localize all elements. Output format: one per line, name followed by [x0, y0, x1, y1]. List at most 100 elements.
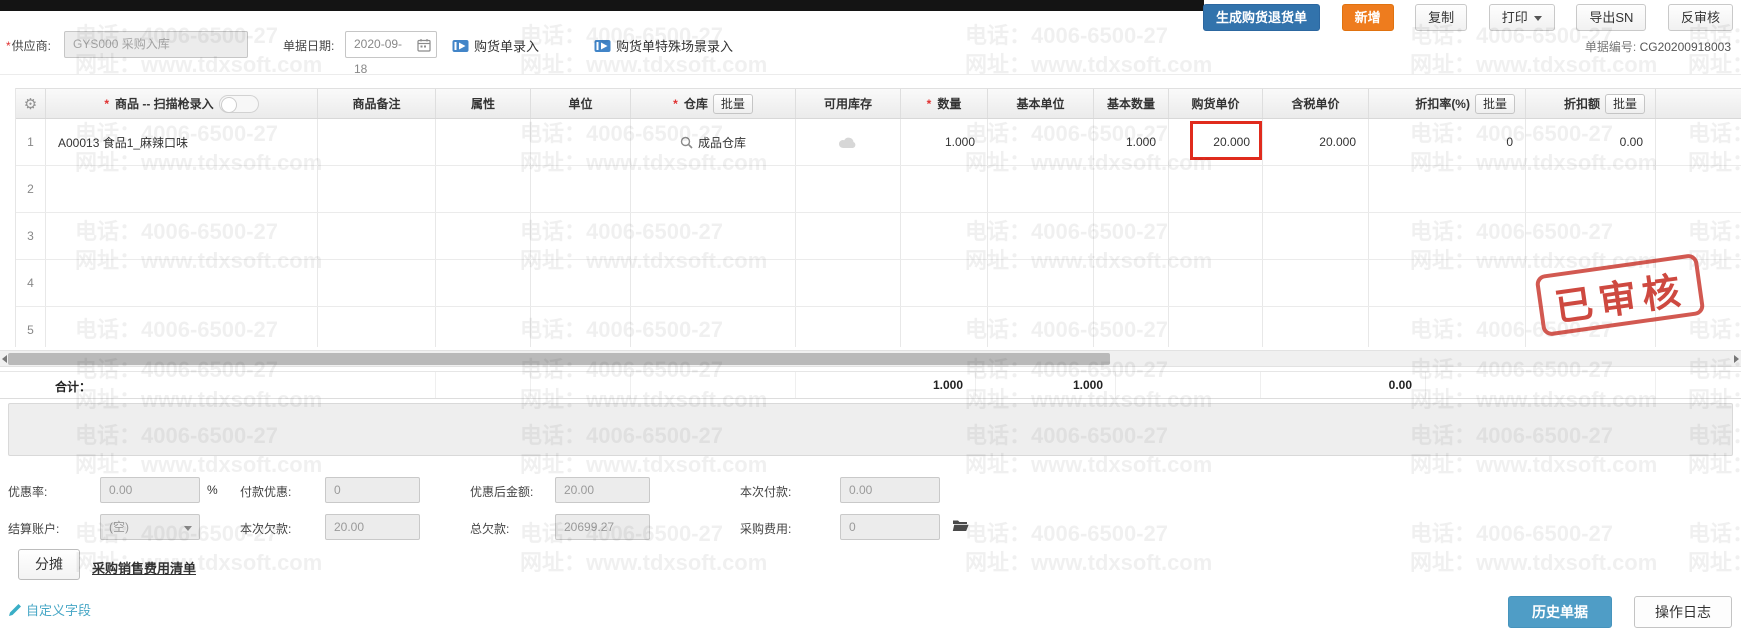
cell-available-stock[interactable] [796, 166, 901, 212]
cell-attribute[interactable] [436, 307, 531, 347]
cell-tax-price[interactable]: 20.000 [1263, 119, 1369, 165]
cell-available-stock[interactable] [796, 260, 901, 306]
cell-tax-price[interactable] [1263, 213, 1369, 259]
cell-base-quantity[interactable] [1094, 213, 1169, 259]
expense-list-link[interactable]: 采购销售费用清单 [92, 558, 196, 577]
cell-discount-amount[interactable] [1526, 166, 1656, 212]
cell-quantity[interactable] [901, 213, 988, 259]
cell-warehouse[interactable]: 成品仓库 [631, 119, 796, 165]
cell-product[interactable] [46, 213, 318, 259]
search-icon[interactable] [680, 136, 693, 149]
cell-available-stock[interactable] [796, 119, 901, 165]
cell-tax-price[interactable] [1263, 260, 1369, 306]
scroll-left-arrow[interactable] [2, 355, 7, 363]
cell-product[interactable] [46, 166, 318, 212]
cell-product-remark[interactable] [318, 307, 436, 347]
cell-base-quantity[interactable] [1094, 260, 1169, 306]
cell-unit[interactable] [531, 260, 631, 306]
current-debt-field[interactable]: 20.00 [325, 514, 420, 540]
batch-button-discount-amount[interactable]: 批量 [1605, 94, 1645, 114]
cell-discount-rate[interactable]: 0 [1369, 119, 1526, 165]
cell-product-remark[interactable] [318, 260, 436, 306]
cell-base-quantity[interactable] [1094, 166, 1169, 212]
cell-attribute[interactable] [436, 260, 531, 306]
cell-purchase-price[interactable] [1169, 307, 1263, 347]
cell-warehouse[interactable] [631, 307, 796, 347]
gear-icon[interactable]: ⚙ [24, 95, 37, 113]
purchase-expense-field[interactable]: 0 [840, 514, 940, 540]
history-button[interactable]: 历史单据 [1508, 596, 1612, 628]
supplier-field[interactable]: GYS000 采购入库 [64, 31, 248, 58]
cell-base-quantity[interactable]: 1.000 [1094, 119, 1169, 165]
date-field[interactable]: 2020-09-18 [345, 31, 437, 58]
cell-amount[interactable] [1656, 119, 1741, 165]
cell-base-unit[interactable] [988, 166, 1094, 212]
cell-unit[interactable] [531, 119, 631, 165]
print-button[interactable]: 打印 [1489, 4, 1555, 31]
cell-product[interactable]: A00013 食品1_麻辣口味 [46, 119, 318, 165]
payment-discount-field[interactable]: 0 [325, 477, 420, 503]
cell-available-stock[interactable] [796, 307, 901, 347]
cell-tax-price[interactable] [1263, 307, 1369, 347]
batch-button-warehouse[interactable]: 批量 [713, 94, 753, 114]
remark-textarea[interactable] [8, 403, 1733, 456]
cell-product[interactable] [46, 260, 318, 306]
cell-base-quantity[interactable] [1094, 307, 1169, 347]
export-sn-button[interactable]: 导出SN [1576, 4, 1646, 31]
scrollbar-thumb[interactable] [8, 353, 1110, 365]
horizontal-scrollbar[interactable] [0, 350, 1741, 367]
cell-purchase-price[interactable] [1169, 260, 1263, 306]
cell-discount-rate[interactable] [1369, 307, 1526, 347]
allocate-button[interactable]: 分摊 [18, 549, 80, 580]
cell-product-remark[interactable] [318, 213, 436, 259]
calendar-icon[interactable] [417, 38, 431, 52]
discount-rate-field[interactable]: 0.00 [100, 477, 200, 503]
cell-warehouse[interactable] [631, 213, 796, 259]
cell-base-unit[interactable] [988, 260, 1094, 306]
cell-purchase-price[interactable] [1169, 213, 1263, 259]
cell-unit[interactable] [531, 166, 631, 212]
cell-quantity[interactable] [901, 307, 988, 347]
cell-base-unit[interactable] [988, 307, 1094, 347]
batch-button-discount-rate[interactable]: 批量 [1475, 94, 1515, 114]
reverse-audit-button[interactable]: 反审核 [1668, 4, 1733, 31]
cell-unit[interactable] [531, 213, 631, 259]
cell-product-remark[interactable] [318, 119, 436, 165]
cell-attribute[interactable] [436, 213, 531, 259]
scroll-right-arrow[interactable] [1734, 355, 1739, 363]
cell-warehouse[interactable] [631, 166, 796, 212]
cell-product-remark[interactable] [318, 166, 436, 212]
cell-unit[interactable] [531, 307, 631, 347]
cell-product[interactable] [46, 307, 318, 347]
copy-button[interactable]: 复制 [1415, 4, 1467, 31]
add-new-button[interactable]: 新增 [1342, 4, 1394, 31]
current-payment-field[interactable]: 0.00 [840, 477, 940, 503]
settlement-account-select[interactable]: (空) [100, 514, 200, 540]
generate-return-button[interactable]: 生成购货退货单 [1203, 4, 1320, 31]
cell-discount-rate[interactable] [1369, 166, 1526, 212]
custom-fields-link[interactable]: 自定义字段 [8, 600, 91, 619]
cell-base-unit[interactable] [988, 119, 1094, 165]
cell-discount-amount[interactable] [1526, 213, 1656, 259]
cell-discount-amount[interactable]: 0.00 [1526, 119, 1656, 165]
cell-tax-price[interactable] [1263, 166, 1369, 212]
cell-attribute[interactable] [436, 166, 531, 212]
special-entry-link[interactable]: 购货单特殊场景录入 [594, 36, 733, 55]
cell-amount[interactable] [1656, 166, 1741, 212]
cell-discount-rate[interactable] [1369, 213, 1526, 259]
scan-gun-toggle[interactable] [219, 95, 259, 113]
total-debt-field[interactable]: 20699.27 [555, 514, 650, 540]
folder-icon[interactable] [952, 518, 969, 532]
operation-log-button[interactable]: 操作日志 [1634, 596, 1732, 628]
cell-warehouse[interactable] [631, 260, 796, 306]
cell-base-unit[interactable] [988, 213, 1094, 259]
cell-quantity[interactable] [901, 166, 988, 212]
order-entry-link[interactable]: 购货单录入 [452, 36, 539, 55]
cell-available-stock[interactable] [796, 213, 901, 259]
cell-attribute[interactable] [436, 119, 531, 165]
cell-quantity[interactable]: 1.000 [901, 119, 988, 165]
cell-amount[interactable] [1656, 213, 1741, 259]
cell-purchase-price[interactable] [1169, 166, 1263, 212]
cell-quantity[interactable] [901, 260, 988, 306]
cell-discount-rate[interactable] [1369, 260, 1526, 306]
